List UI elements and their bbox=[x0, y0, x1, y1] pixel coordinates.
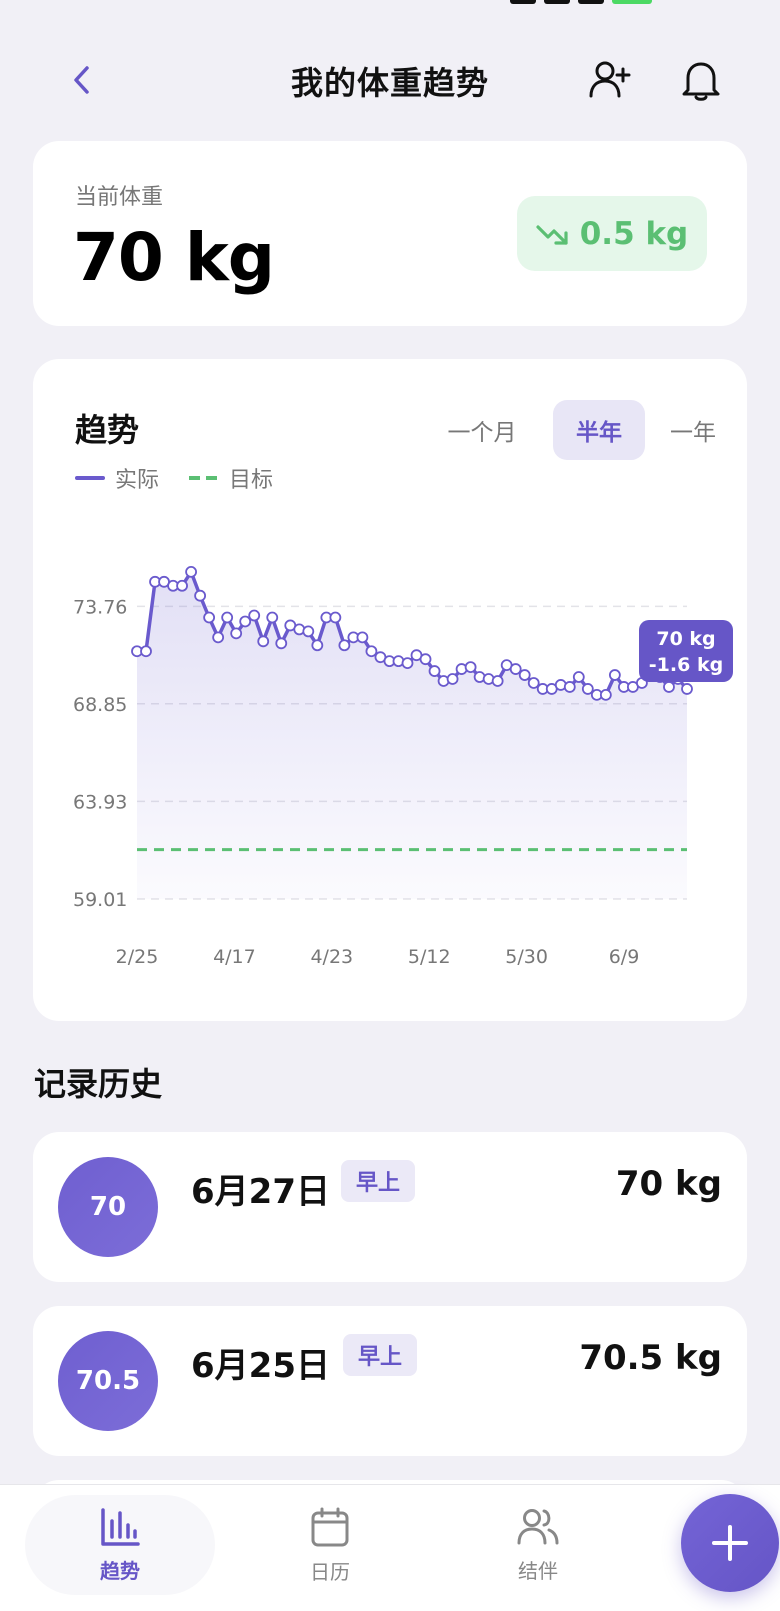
data-point bbox=[663, 681, 675, 693]
data-point bbox=[311, 639, 324, 652]
current-weight-card: 当前体重 70 kg 0.5 kg bbox=[33, 141, 747, 326]
data-point bbox=[518, 669, 531, 681]
page-title: 我的体重趋势 bbox=[290, 64, 489, 102]
data-point bbox=[275, 637, 288, 650]
data-point bbox=[608, 669, 621, 681]
y-tick-label: 63.93 bbox=[73, 791, 127, 813]
data-point bbox=[365, 645, 378, 658]
weight-change-value: 0.5 kg bbox=[579, 215, 689, 252]
history-item[interactable]: 70 6月27日 早上 70 kg bbox=[33, 1132, 747, 1282]
x-tick-label: 5/12 bbox=[408, 946, 451, 968]
data-point bbox=[302, 625, 315, 638]
data-point bbox=[230, 627, 243, 640]
bell-icon bbox=[682, 62, 720, 101]
nav-item-partners[interactable]: 结伴 bbox=[443, 1495, 633, 1595]
nav-item-label: 日历 bbox=[310, 1559, 350, 1584]
add-partner-button[interactable] bbox=[584, 54, 636, 106]
y-tick-label: 73.76 bbox=[73, 596, 127, 618]
data-point bbox=[185, 565, 197, 578]
data-point bbox=[428, 665, 441, 677]
data-point bbox=[581, 683, 594, 695]
data-point bbox=[266, 611, 279, 624]
status-bar bbox=[0, 0, 780, 18]
history-time-tag: 早上 bbox=[341, 1160, 415, 1202]
history-item[interactable]: 70.5 6月25日 早上 70.5 kg bbox=[33, 1306, 747, 1456]
x-tick-label: 2/25 bbox=[116, 946, 159, 968]
data-point bbox=[221, 611, 234, 624]
data-point bbox=[572, 671, 585, 683]
add-record-button[interactable] bbox=[681, 1494, 779, 1592]
data-point bbox=[176, 579, 188, 592]
data-point bbox=[248, 609, 261, 622]
users-icon bbox=[517, 1508, 559, 1544]
data-point bbox=[140, 645, 152, 658]
data-point bbox=[338, 639, 351, 652]
history-weight: 70 kg bbox=[615, 1164, 722, 1204]
trend-card: 趋势 一个月 半年 一年 实际 目标 73.76 68.85 63.93 59.01 2… bbox=[33, 359, 747, 1021]
history-time-tag: 早上 bbox=[343, 1334, 417, 1376]
status-icons bbox=[510, 0, 700, 12]
nav-item-label: 结伴 bbox=[518, 1558, 558, 1583]
nav-item-label: 趋势 bbox=[100, 1558, 140, 1583]
data-point bbox=[257, 635, 270, 648]
bottom-nav: 趋势 日历 结伴 bbox=[0, 1484, 780, 1611]
x-tick-label: 4/23 bbox=[310, 946, 353, 968]
data-point bbox=[446, 673, 459, 685]
data-point bbox=[239, 615, 252, 628]
plus-icon bbox=[712, 1525, 748, 1561]
notification-button[interactable] bbox=[675, 54, 727, 106]
data-point bbox=[329, 611, 342, 624]
y-tick-label: 68.85 bbox=[73, 694, 127, 716]
data-point bbox=[464, 661, 477, 674]
current-weight-label: 当前体重 bbox=[75, 185, 164, 210]
current-weight-value: 70 kg bbox=[73, 219, 275, 296]
data-point bbox=[419, 653, 432, 666]
data-point bbox=[563, 681, 576, 693]
trend-down-icon bbox=[536, 224, 568, 245]
bar-chart-icon bbox=[101, 1507, 140, 1546]
y-tick-label: 59.01 bbox=[73, 889, 127, 911]
data-point bbox=[401, 657, 414, 670]
header: 我的体重趋势 bbox=[0, 40, 780, 120]
history-title: 记录历史 bbox=[34, 1065, 163, 1103]
data-point bbox=[194, 589, 207, 602]
history-date: 6月27日 bbox=[191, 1172, 330, 1212]
x-tick-label: 5/30 bbox=[505, 946, 548, 968]
history-date: 6月25日 bbox=[191, 1346, 330, 1386]
weight-change-badge: 0.5 kg bbox=[517, 196, 707, 271]
data-point bbox=[599, 688, 612, 701]
history-weight: 70.5 kg bbox=[579, 1338, 722, 1378]
tooltip-change: -1.6 kg bbox=[649, 654, 723, 676]
tooltip-value: 70 kg bbox=[656, 628, 715, 650]
history-weight-circle: 70 bbox=[58, 1157, 158, 1257]
x-tick-label: 4/17 bbox=[213, 946, 256, 968]
user-plus-icon bbox=[589, 61, 631, 98]
x-tick-label: 6/9 bbox=[609, 946, 640, 968]
nav-item-calendar[interactable]: 日历 bbox=[235, 1495, 425, 1595]
data-point bbox=[212, 631, 225, 644]
nav-item-trend[interactable]: 趋势 bbox=[25, 1495, 215, 1595]
weight-chart: 73.76 68.85 63.93 59.01 2/25 4/17 4/23 5/12 5/30… bbox=[73, 565, 733, 968]
data-point bbox=[527, 677, 540, 689]
data-point bbox=[356, 631, 369, 644]
data-point bbox=[203, 611, 216, 624]
calendar-icon bbox=[311, 1507, 349, 1546]
data-point bbox=[509, 663, 522, 675]
data-point bbox=[681, 683, 693, 695]
data-point bbox=[491, 675, 504, 687]
history-weight-circle: 70.5 bbox=[58, 1331, 158, 1431]
